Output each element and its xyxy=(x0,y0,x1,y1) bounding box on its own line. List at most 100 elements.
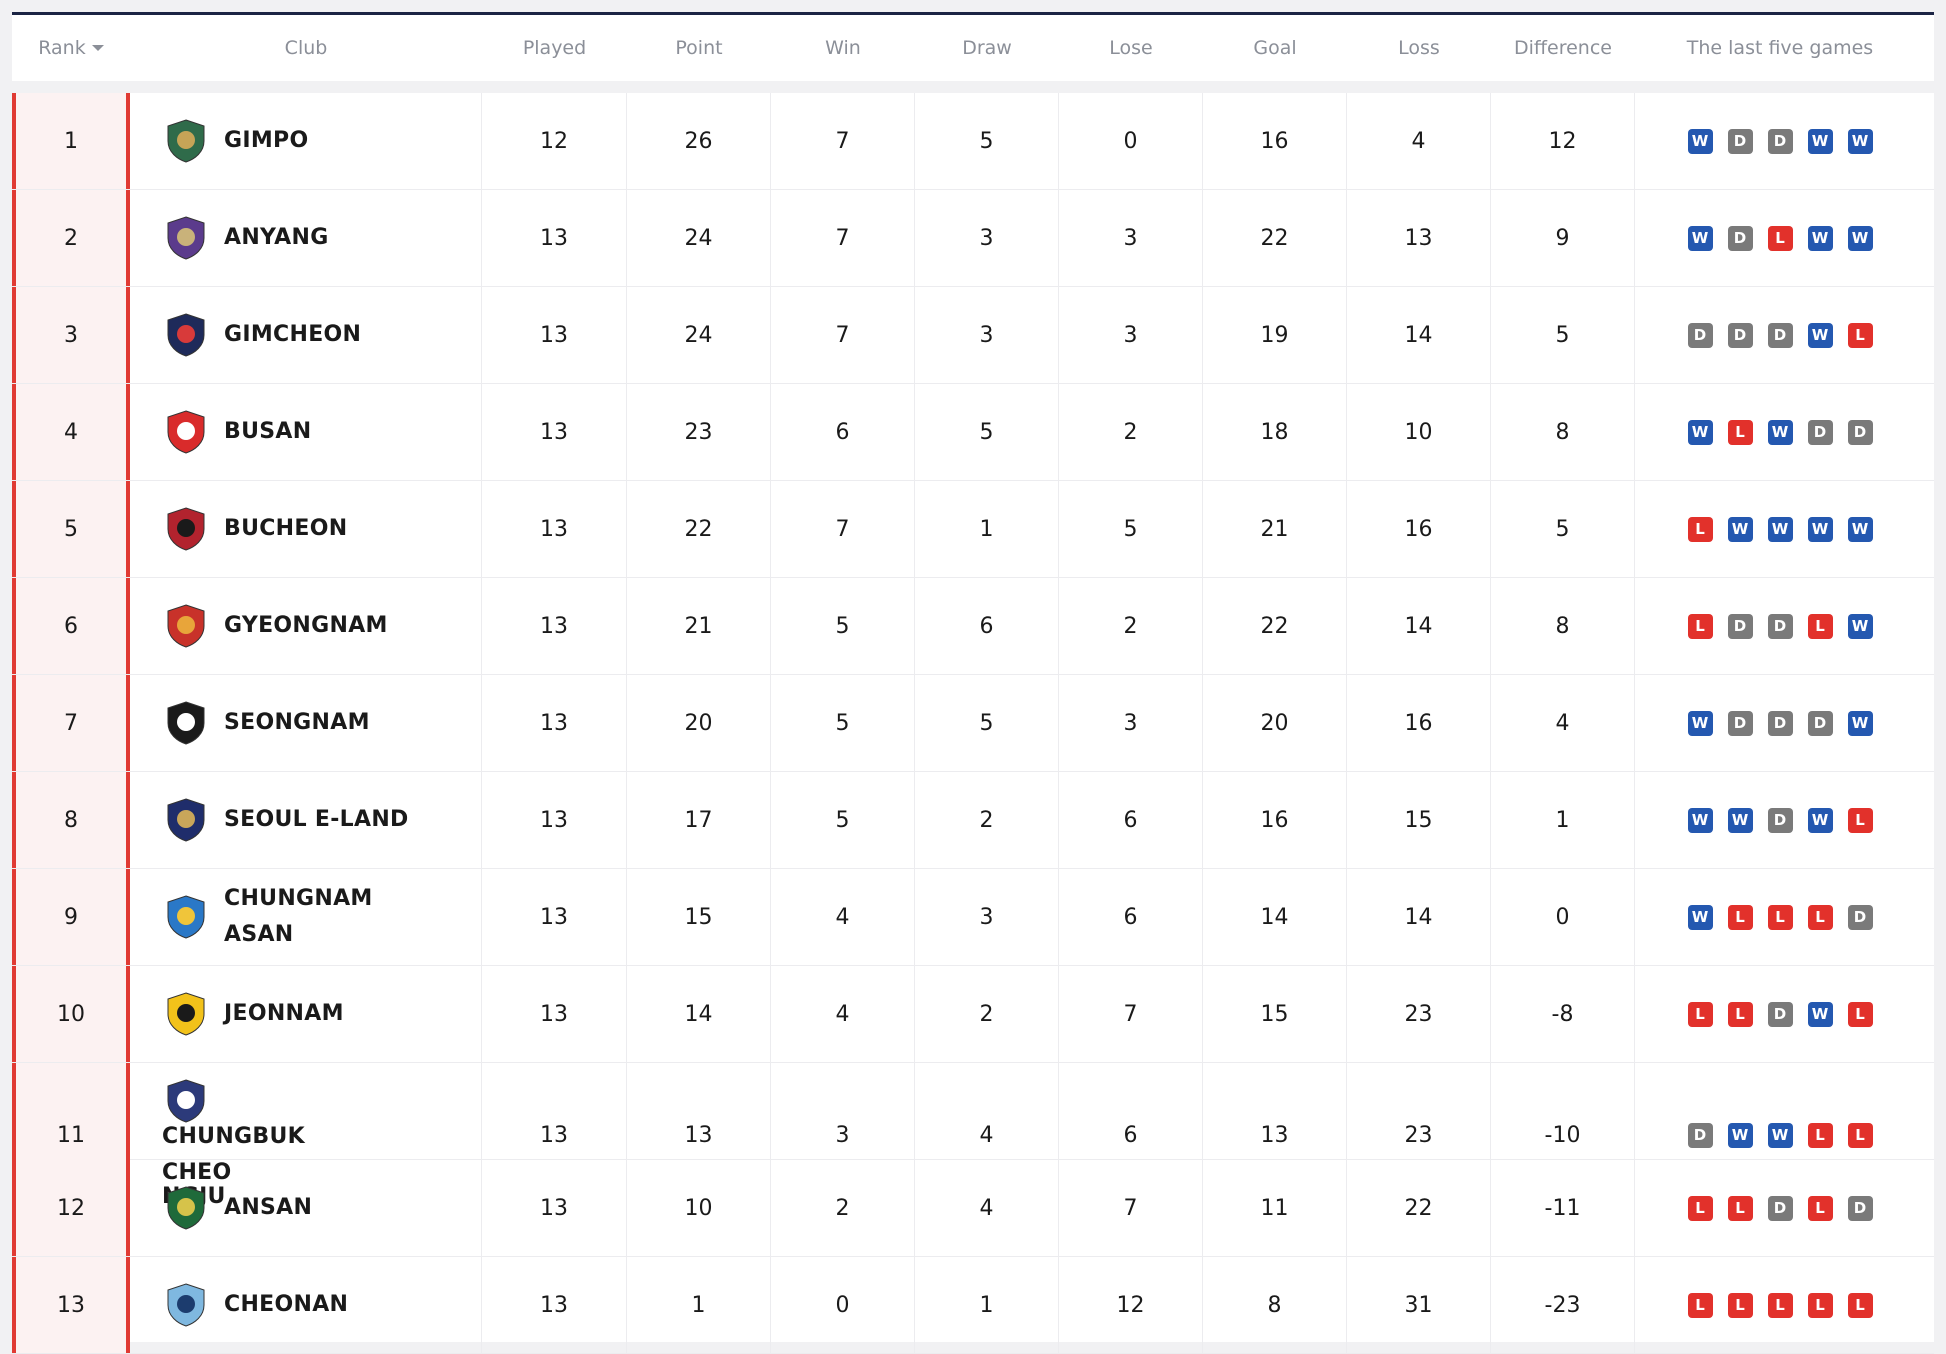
form-badge-lose[interactable]: L xyxy=(1807,904,1833,930)
club-cell[interactable]: CHUNGNAM ASAN xyxy=(130,869,482,965)
form-badge-lose[interactable]: L xyxy=(1847,1292,1873,1318)
form-badge-lose[interactable]: L xyxy=(1687,1195,1713,1221)
form-badge-draw[interactable]: D xyxy=(1767,1195,1793,1221)
table-row[interactable]: 11CHUNGBUK CHEONGJU13133461323-10DWWLL xyxy=(12,1063,1934,1208)
table-row[interactable]: 5 BUCHEON 13 22 7 1 5 21 16 5 L W W W W xyxy=(12,481,1934,578)
form-badge-draw[interactable]: D xyxy=(1727,710,1753,736)
form-badge-lose[interactable]: L xyxy=(1727,1001,1753,1027)
form-badge-win[interactable]: W xyxy=(1807,225,1833,251)
form-badge-win[interactable]: W xyxy=(1687,807,1713,833)
form-badge-draw[interactable]: D xyxy=(1767,128,1793,154)
form-badge-win[interactable]: W xyxy=(1687,128,1713,154)
table-row[interactable]: 9 CHUNGNAM ASAN 13 15 4 3 6 14 14 0 W L L L D xyxy=(12,869,1934,966)
form-badge-lose[interactable]: L xyxy=(1807,1122,1833,1148)
form-badge-win[interactable]: W xyxy=(1727,807,1753,833)
form-badge-draw[interactable]: D xyxy=(1847,419,1873,445)
form-badge-win[interactable]: W xyxy=(1767,516,1793,542)
form-badge-lose[interactable]: L xyxy=(1727,1292,1753,1318)
club-cell[interactable]: GIMCHEON xyxy=(130,287,482,383)
table-row[interactable]: 1 GIMPO 12 26 7 5 0 16 4 12 W D D W W xyxy=(12,93,1934,190)
form-badge-lose[interactable]: L xyxy=(1727,1195,1753,1221)
club-link[interactable]: BUSAN xyxy=(162,408,311,456)
form-badge-win[interactable]: W xyxy=(1767,1122,1793,1148)
club-link[interactable]: CHEONAN xyxy=(162,1281,348,1329)
form-badge-lose[interactable]: L xyxy=(1807,1195,1833,1221)
form-badge-win[interactable]: W xyxy=(1687,419,1713,445)
form-badge-win[interactable]: W xyxy=(1687,904,1713,930)
form-badge-win[interactable]: W xyxy=(1687,225,1713,251)
club-cell[interactable]: GIMPO xyxy=(130,93,482,189)
form-badge-win[interactable]: W xyxy=(1807,1001,1833,1027)
form-badge-lose[interactable]: L xyxy=(1847,322,1873,348)
form-badge-win[interactable]: W xyxy=(1807,128,1833,154)
form-badge-draw[interactable]: D xyxy=(1767,322,1793,348)
form-badge-lose[interactable]: L xyxy=(1767,225,1793,251)
form-badge-draw[interactable]: D xyxy=(1727,322,1753,348)
table-row[interactable]: 4 BUSAN 13 23 6 5 2 18 10 8 W L W D D xyxy=(12,384,1934,481)
column-header-rank[interactable]: Rank xyxy=(12,37,130,59)
form-badge-draw[interactable]: D xyxy=(1767,710,1793,736)
club-link[interactable]: JEONNAM xyxy=(162,990,344,1038)
form-badge-lose[interactable]: L xyxy=(1767,1292,1793,1318)
form-badge-win[interactable]: W xyxy=(1847,225,1873,251)
club-cell[interactable]: SEONGNAM xyxy=(130,675,482,771)
form-badge-draw[interactable]: D xyxy=(1727,613,1753,639)
form-badge-draw[interactable]: D xyxy=(1727,225,1753,251)
club-link[interactable]: GIMPO xyxy=(162,117,308,165)
form-badge-win[interactable]: W xyxy=(1847,516,1873,542)
club-cell[interactable]: JEONNAM xyxy=(130,966,482,1062)
table-row[interactable]: 10 JEONNAM 13 14 4 2 7 15 23 -8 L L D W L xyxy=(12,966,1934,1063)
club-cell[interactable]: GYEONGNAM xyxy=(130,578,482,674)
table-row[interactable]: 8 SEOUL E-LAND 13 17 5 2 6 16 15 1 W W D W L xyxy=(12,772,1934,869)
club-cell[interactable]: CHEONAN xyxy=(130,1257,482,1353)
form-badge-draw[interactable]: D xyxy=(1807,710,1833,736)
club-cell[interactable]: BUSAN xyxy=(130,384,482,480)
form-badge-lose[interactable]: L xyxy=(1767,904,1793,930)
form-badge-draw[interactable]: D xyxy=(1847,1195,1873,1221)
form-badge-win[interactable]: W xyxy=(1807,516,1833,542)
club-link[interactable]: GIMCHEON xyxy=(162,311,361,359)
form-badge-lose[interactable]: L xyxy=(1807,613,1833,639)
form-badge-lose[interactable]: L xyxy=(1807,1292,1833,1318)
form-badge-lose[interactable]: L xyxy=(1687,1001,1713,1027)
form-badge-win[interactable]: W xyxy=(1767,419,1793,445)
form-badge-draw[interactable]: D xyxy=(1847,904,1873,930)
form-badge-draw[interactable]: D xyxy=(1767,1001,1793,1027)
form-badge-lose[interactable]: L xyxy=(1847,1001,1873,1027)
club-cell[interactable]: ANYANG xyxy=(130,190,482,286)
form-badge-win[interactable]: W xyxy=(1807,807,1833,833)
form-badge-win[interactable]: W xyxy=(1847,128,1873,154)
form-badge-draw[interactable]: D xyxy=(1767,807,1793,833)
form-badge-lose[interactable]: L xyxy=(1727,904,1753,930)
form-badge-win[interactable]: W xyxy=(1727,516,1753,542)
club-cell[interactable]: ANSAN xyxy=(130,1160,482,1256)
form-badge-lose[interactable]: L xyxy=(1847,807,1873,833)
club-cell[interactable]: BUCHEON xyxy=(130,481,482,577)
form-badge-draw[interactable]: D xyxy=(1687,1122,1713,1148)
form-badge-draw[interactable]: D xyxy=(1687,322,1713,348)
club-link[interactable]: ANSAN xyxy=(162,1184,312,1232)
club-cell[interactable]: SEOUL E-LAND xyxy=(130,772,482,868)
table-row[interactable]: 3 GIMCHEON 13 24 7 3 3 19 14 5 D D D W L xyxy=(12,287,1934,384)
form-badge-lose[interactable]: L xyxy=(1847,1122,1873,1148)
form-badge-draw[interactable]: D xyxy=(1807,419,1833,445)
club-link[interactable]: ANYANG xyxy=(162,214,329,262)
table-row[interactable]: 13 CHEONAN 13 1 0 1 12 8 31 -23 L L L L L xyxy=(12,1257,1934,1354)
form-badge-win[interactable]: W xyxy=(1807,322,1833,348)
form-badge-lose[interactable]: L xyxy=(1727,419,1753,445)
form-badge-win[interactable]: W xyxy=(1727,1122,1753,1148)
form-badge-lose[interactable]: L xyxy=(1687,1292,1713,1318)
form-badge-draw[interactable]: D xyxy=(1767,613,1793,639)
club-link[interactable]: CHUNGNAM ASAN xyxy=(162,881,439,953)
form-badge-lose[interactable]: L xyxy=(1687,516,1713,542)
form-badge-win[interactable]: W xyxy=(1847,613,1873,639)
club-link[interactable]: BUCHEON xyxy=(162,505,347,553)
table-row[interactable]: 6 GYEONGNAM 13 21 5 6 2 22 14 8 L D D L W xyxy=(12,578,1934,675)
form-badge-lose[interactable]: L xyxy=(1687,613,1713,639)
club-link[interactable]: GYEONGNAM xyxy=(162,602,388,650)
form-badge-win[interactable]: W xyxy=(1847,710,1873,736)
table-row[interactable]: 7 SEONGNAM 13 20 5 5 3 20 16 4 W D D D W xyxy=(12,675,1934,772)
table-row[interactable]: 2 ANYANG 13 24 7 3 3 22 13 9 W D L W W xyxy=(12,190,1934,287)
form-badge-win[interactable]: W xyxy=(1687,710,1713,736)
table-row[interactable]: 12 ANSAN 13 10 2 4 7 11 22 -11 L L D L D xyxy=(12,1160,1934,1257)
